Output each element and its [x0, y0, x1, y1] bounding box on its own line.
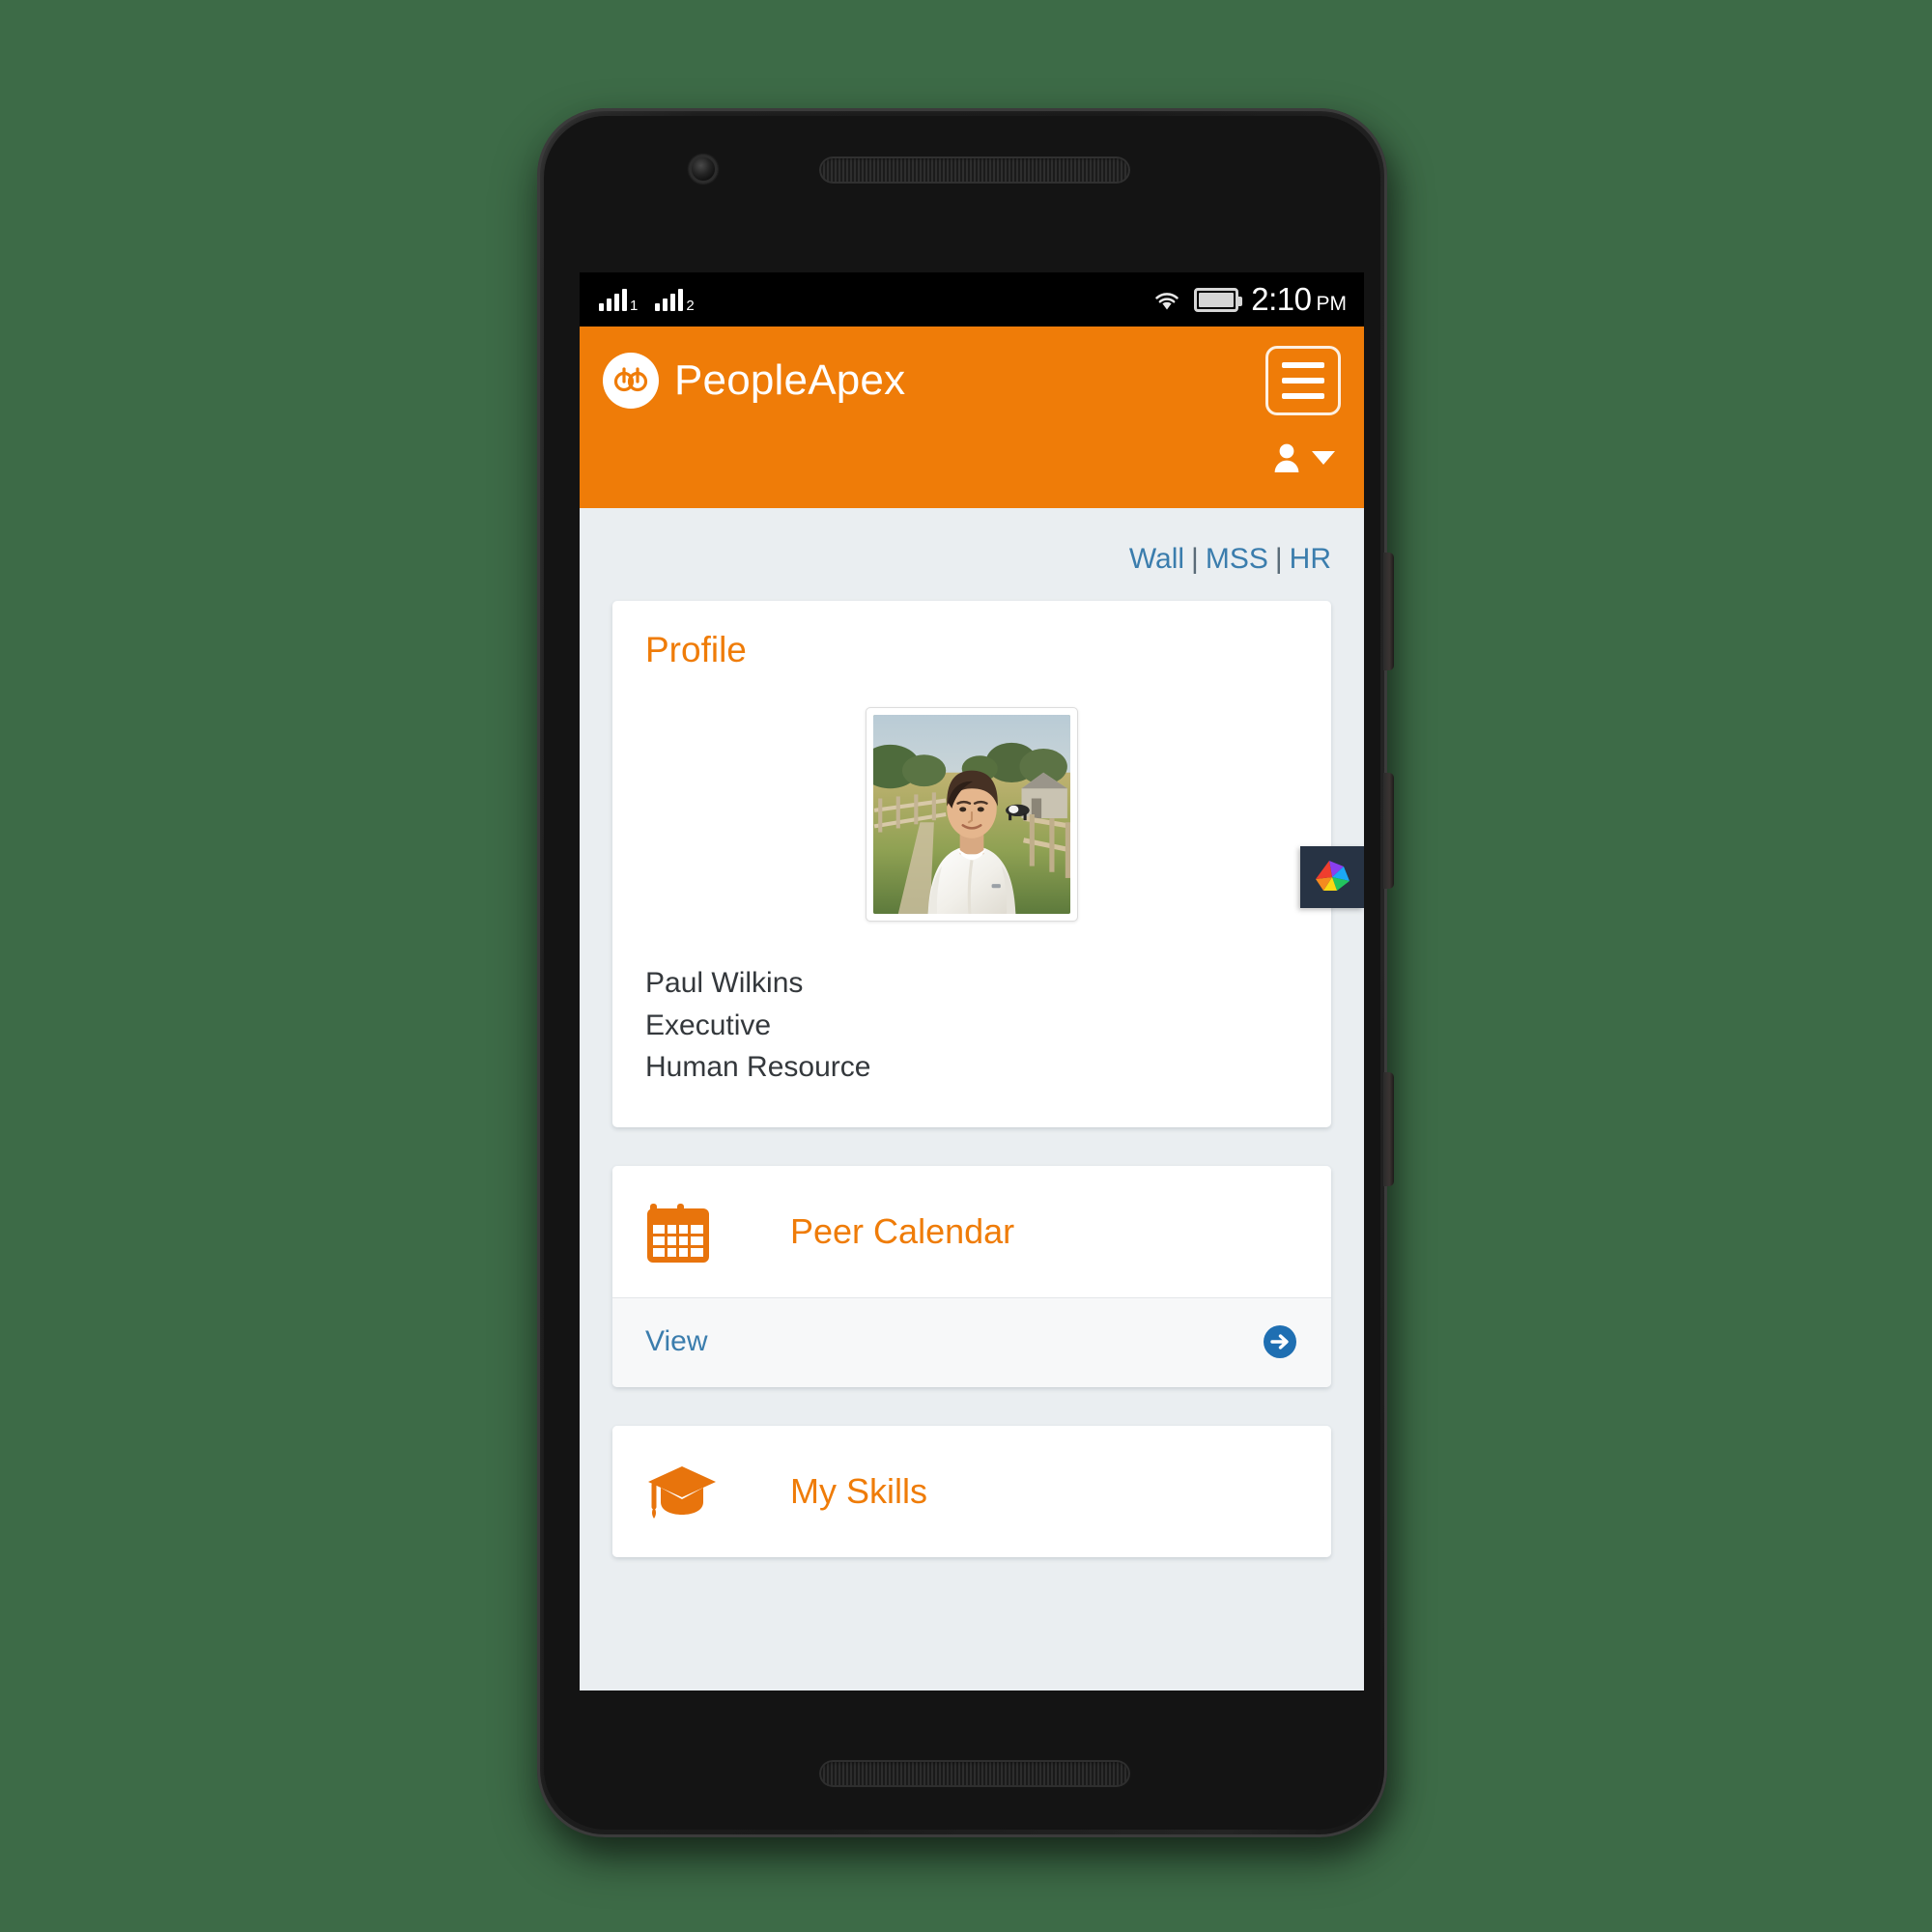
- peer-calendar-label: Peer Calendar: [790, 1210, 1015, 1251]
- phone-screen: 1 2 2:10 PM PeopleApex Wall | MSS | HR P…: [580, 272, 1364, 1690]
- brand-row: PeopleApex: [603, 327, 1341, 415]
- power-button[interactable]: [1383, 773, 1394, 889]
- avatar-frame: [866, 707, 1078, 922]
- profile-card-title: Profile: [645, 630, 747, 669]
- profile-name: Paul Wilkins: [645, 967, 804, 999]
- profile-role: Executive: [645, 1009, 772, 1041]
- profile-photo: [873, 715, 1070, 914]
- status-bar-clock: 2:10 PM: [1251, 281, 1347, 318]
- volume-button[interactable]: [1383, 553, 1394, 670]
- status-bar-right: 2:10 PM: [1152, 281, 1347, 318]
- quicknav-link-mss[interactable]: MSS: [1206, 543, 1268, 575]
- app-header: PeopleApex: [580, 327, 1364, 508]
- clock-ampm: PM: [1316, 293, 1348, 315]
- peer-calendar-card[interactable]: Peer Calendar View: [612, 1165, 1331, 1387]
- front-camera-icon: [689, 155, 718, 184]
- user-account-menu[interactable]: [1273, 442, 1335, 473]
- peer-calendar-view-label: View: [645, 1324, 708, 1357]
- screenshot-canvas: 1 2 2:10 PM PeopleApex Wall | MSS | HR P…: [0, 0, 1932, 1932]
- wifi-icon: [1155, 293, 1179, 310]
- graduation-cap-icon: [645, 1455, 719, 1528]
- chevron-down-icon: [1312, 451, 1335, 465]
- avatar: [873, 715, 1070, 914]
- profile-card: Profile Paul Wilkins Executive Human Res…: [612, 601, 1331, 1127]
- sim1-signal-icon: 1: [599, 288, 639, 314]
- user-icon: [1274, 443, 1299, 472]
- bottom-speaker-icon: [819, 1760, 1130, 1787]
- profile-department: Human Resource: [645, 1051, 871, 1083]
- battery-icon: [1194, 287, 1243, 312]
- my-skills-label: My Skills: [790, 1470, 927, 1511]
- side-button-extra[interactable]: [1383, 1072, 1394, 1186]
- quicknav-separator-2: |: [1274, 543, 1283, 575]
- profile-info: Paul Wilkins Executive Human Resource: [645, 962, 1298, 1089]
- peer-calendar-header: Peer Calendar: [612, 1165, 1331, 1297]
- clock-time: 2:10: [1251, 281, 1312, 317]
- quicknav-link-hr[interactable]: HR: [1290, 543, 1331, 575]
- quicknav: Wall | MSS | HR: [580, 508, 1364, 576]
- page-content: Wall | MSS | HR Profile Paul Wilkins Exe…: [580, 508, 1364, 1577]
- status-bar-left: 1 2: [599, 288, 695, 314]
- sim1-index-label: 1: [630, 298, 639, 314]
- pinwheel-star-icon: [1316, 861, 1350, 891]
- my-skills-header: My Skills: [612, 1425, 1331, 1557]
- arrow-right-circle-icon: [1262, 1323, 1298, 1360]
- sim2-index-label: 2: [686, 298, 695, 314]
- hamburger-menu-icon[interactable]: [1265, 346, 1341, 415]
- brand[interactable]: PeopleApex: [603, 353, 905, 409]
- brand-name: PeopleApex: [674, 356, 906, 404]
- side-tab-widget[interactable]: [1300, 846, 1364, 908]
- sim2-signal-icon: 2: [655, 288, 695, 314]
- earpiece-speaker-icon: [819, 156, 1130, 184]
- calendar-icon: [645, 1195, 719, 1268]
- my-skills-card[interactable]: My Skills: [612, 1425, 1331, 1557]
- status-bar: 1 2 2:10 PM: [580, 272, 1364, 327]
- quicknav-link-wall[interactable]: Wall: [1129, 543, 1184, 575]
- peer-calendar-view-action[interactable]: View: [612, 1296, 1331, 1387]
- peopleapex-logo-icon: [603, 353, 659, 409]
- quicknav-separator-1: |: [1191, 543, 1199, 575]
